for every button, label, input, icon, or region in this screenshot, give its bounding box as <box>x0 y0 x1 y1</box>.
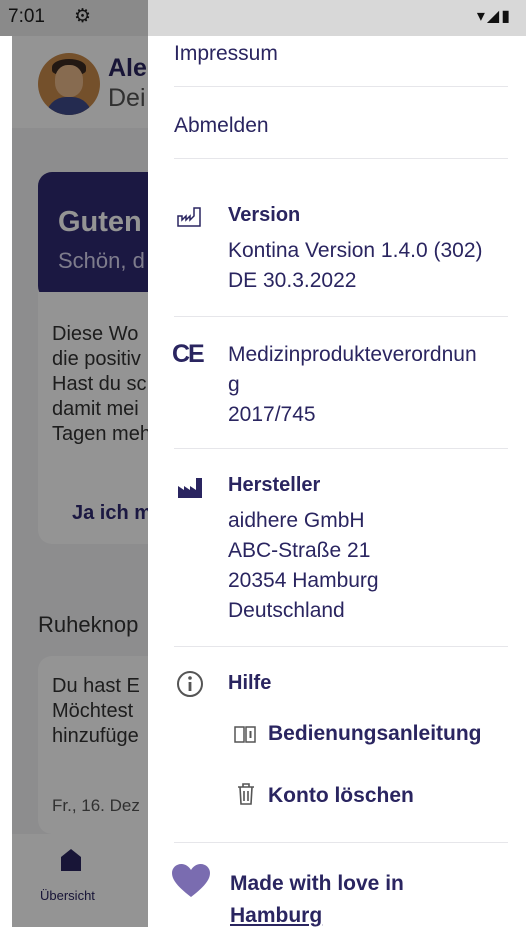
version-date: DE 30.3.2022 <box>228 269 357 292</box>
made-with-love[interactable]: Made with love in Hamburg <box>230 868 404 927</box>
status-time: 7:01 <box>8 6 45 27</box>
factory-icon <box>178 478 202 498</box>
divider <box>174 448 508 449</box>
manufacturer-city: 20354 Hamburg <box>228 569 379 592</box>
divider <box>174 646 508 647</box>
version-title: Version <box>228 204 301 226</box>
divider <box>174 316 508 317</box>
manual-link[interactable]: Bedienungsanleitung <box>268 722 482 746</box>
manufacturer-title: Hersteller <box>228 474 321 496</box>
info-icon <box>177 671 203 697</box>
heart-icon <box>172 864 210 897</box>
logout-link[interactable]: Abmelden <box>174 114 269 138</box>
divider <box>174 86 508 87</box>
status-bar: 7:01 ⚙ ▾◢▮ <box>0 0 526 36</box>
book-icon <box>234 726 256 743</box>
manufacturer-name: aidhere GmbH <box>228 509 365 532</box>
mdr-number: 2017/745 <box>228 403 316 426</box>
mdr-label-cont: g <box>228 373 240 396</box>
help-title: Hilfe <box>228 672 272 694</box>
date-of-manufacture-icon <box>177 207 201 227</box>
made-with-love-location[interactable]: Hamburg <box>230 900 404 927</box>
divider <box>174 842 508 843</box>
divider <box>174 158 508 159</box>
manufacturer-country: Deutschland <box>228 599 345 622</box>
mdr-label: Medizinprodukteverordnun <box>228 343 477 366</box>
made-with-love-line1: Made with love in <box>230 872 404 895</box>
delete-account-link[interactable]: Konto löschen <box>268 784 414 808</box>
settings-icon: ⚙ <box>74 6 92 27</box>
ce-mark-icon: CE <box>172 340 205 368</box>
signal-battery-icons: ▾◢▮ <box>476 8 512 25</box>
impressum-link[interactable]: Impressum <box>174 42 278 66</box>
manufacturer-street: ABC-Straße 21 <box>228 539 371 562</box>
trash-icon <box>238 783 254 805</box>
navigation-drawer: Impressum Abmelden Version Kontina Versi… <box>148 36 526 927</box>
version-number: Kontina Version 1.4.0 (302) <box>228 239 483 262</box>
